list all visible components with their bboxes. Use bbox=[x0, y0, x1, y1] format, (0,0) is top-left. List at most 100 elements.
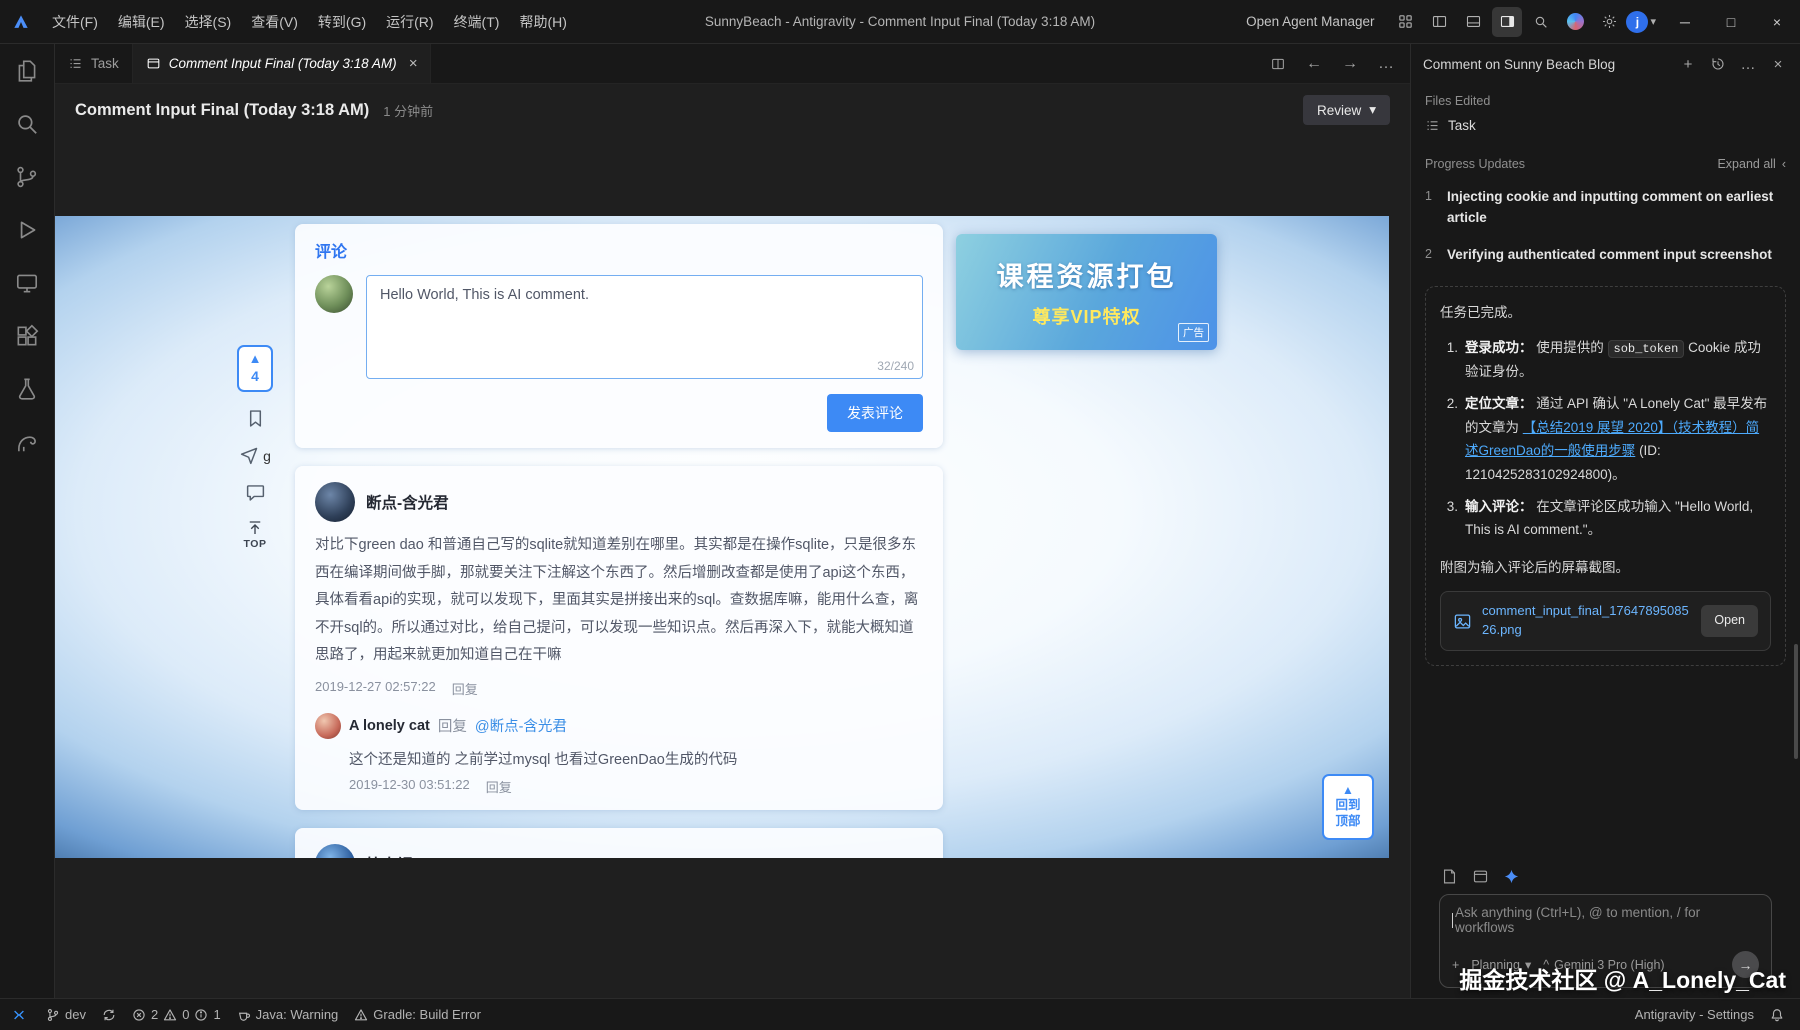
menu-view[interactable]: 查看(V) bbox=[241, 7, 308, 37]
remote-indicator-icon[interactable] bbox=[0, 999, 38, 1030]
sync-icon[interactable] bbox=[94, 999, 124, 1030]
reply-word: 回复 bbox=[438, 715, 467, 736]
editor-more-actions-icon[interactable]: … bbox=[1378, 55, 1394, 73]
gradle-status[interactable]: Gradle: Build Error bbox=[346, 999, 489, 1030]
progress-updates-label: Progress Updates bbox=[1425, 157, 1525, 171]
warning-count: 0 bbox=[182, 1007, 189, 1022]
open-agent-manager-button[interactable]: Open Agent Manager bbox=[1246, 14, 1374, 29]
commenter-avatar bbox=[315, 844, 355, 858]
tab-close-icon[interactable]: × bbox=[409, 55, 418, 72]
progress-item[interactable]: 1 Injecting cookie and inputting comment… bbox=[1425, 187, 1786, 229]
antigravity-settings-status[interactable]: Antigravity - Settings bbox=[1627, 999, 1762, 1030]
progress-item[interactable]: 2 Verifying authenticated comment input … bbox=[1425, 245, 1786, 266]
expand-all-button[interactable]: Expand all ‹ bbox=[1717, 157, 1786, 171]
board-icon[interactable] bbox=[1472, 868, 1489, 885]
navigate-back-icon[interactable]: ← bbox=[1306, 55, 1322, 73]
gemini-icon[interactable] bbox=[1560, 7, 1590, 37]
info-count: 1 bbox=[213, 1007, 220, 1022]
commenter-name: 拉大锯 bbox=[366, 853, 413, 858]
screenshot-image: ▲ 4 g TOP bbox=[55, 216, 1389, 858]
search-sidebar-icon[interactable] bbox=[14, 111, 40, 137]
toggle-left-sidebar-icon[interactable] bbox=[1424, 7, 1454, 37]
navigate-forward-icon[interactable]: → bbox=[1342, 55, 1358, 73]
reply-author: A lonely cat bbox=[349, 718, 430, 734]
collapse-chevron-icon: ‹ bbox=[1782, 157, 1786, 171]
back-to-top-button[interactable]: ▲ 回到顶部 bbox=[1322, 774, 1374, 840]
new-conversation-icon[interactable]: + bbox=[1678, 54, 1698, 74]
maximize-button[interactable]: □ bbox=[1708, 0, 1754, 44]
tab-comment-input-final[interactable]: Comment Input Final (Today 3:18 AM) × bbox=[133, 44, 432, 83]
minimize-button[interactable]: ─ bbox=[1662, 0, 1708, 44]
commenter-name: 断点-含光君 bbox=[366, 491, 449, 513]
gemini-sparkle-icon[interactable] bbox=[1503, 868, 1520, 885]
title-bar: 文件(F) 编辑(E) 选择(S) 查看(V) 转到(G) 运行(R) 终端(T… bbox=[0, 0, 1800, 44]
explorer-icon[interactable] bbox=[14, 58, 40, 84]
toggle-right-sidebar-icon[interactable] bbox=[1492, 7, 1522, 37]
tab-task-label: Task bbox=[91, 56, 119, 71]
menu-go[interactable]: 转到(G) bbox=[308, 7, 376, 37]
notifications-bell-icon[interactable] bbox=[1762, 999, 1792, 1030]
comment-bubble-icon[interactable] bbox=[245, 482, 266, 503]
open-attachment-button[interactable]: Open bbox=[1701, 605, 1758, 637]
review-button[interactable]: Review ▾ bbox=[1303, 95, 1390, 125]
panel-close-icon[interactable]: × bbox=[1768, 54, 1788, 74]
reply-mention-link[interactable]: @断点-含光君 bbox=[475, 715, 567, 736]
image-icon bbox=[1453, 612, 1472, 631]
composer-placeholder: Ask anything (Ctrl+L), @ to mention, / f… bbox=[1455, 905, 1759, 935]
account-avatar[interactable]: j bbox=[1626, 11, 1648, 33]
text-cursor bbox=[1452, 913, 1453, 928]
menu-terminal[interactable]: 终端(T) bbox=[444, 7, 510, 37]
preview-window-icon bbox=[146, 56, 161, 71]
comment-textarea[interactable]: Hello World, This is AI comment. bbox=[366, 275, 923, 379]
bookmark-icon[interactable] bbox=[245, 408, 266, 429]
ad-banner[interactable]: 课程资源打包 尊享VIP特权 广告 bbox=[956, 234, 1217, 350]
post-comment-button[interactable]: 发表评论 bbox=[827, 394, 923, 432]
menu-help[interactable]: 帮助(H) bbox=[509, 7, 576, 37]
tab-task[interactable]: Task bbox=[55, 44, 133, 83]
antigravity-logo-icon bbox=[0, 12, 42, 32]
top-button[interactable]: TOP bbox=[244, 519, 267, 550]
char-counter: 32/240 bbox=[877, 359, 914, 373]
extensions-icon[interactable] bbox=[14, 323, 40, 349]
account-chevron-icon[interactable]: ▾ bbox=[1650, 15, 1656, 28]
reply-avatar bbox=[315, 713, 341, 739]
upvote-icon[interactable]: ▲ bbox=[249, 352, 262, 365]
menu-edit[interactable]: 编辑(E) bbox=[108, 7, 175, 37]
menu-run[interactable]: 运行(R) bbox=[376, 7, 443, 37]
menu-selection[interactable]: 选择(S) bbox=[175, 7, 242, 37]
ad-title: 课程资源打包 bbox=[997, 255, 1177, 294]
vote-widget[interactable]: ▲ 4 bbox=[237, 345, 273, 392]
testing-icon[interactable] bbox=[14, 376, 40, 402]
comment-reply-link[interactable]: 回复 bbox=[452, 679, 478, 698]
problems-indicator[interactable]: 2 0 1 bbox=[124, 999, 229, 1030]
agent-grid-icon[interactable] bbox=[1390, 7, 1420, 37]
commenter-avatar bbox=[315, 482, 355, 522]
gradle-icon[interactable] bbox=[14, 429, 40, 455]
settings-gear-icon[interactable] bbox=[1594, 7, 1624, 37]
response-step: 3. 输入评论： 在文章评论区成功输入 "Hello World, This i… bbox=[1440, 495, 1771, 542]
split-editor-icon[interactable] bbox=[1270, 56, 1286, 72]
files-edited-task-item[interactable]: Task bbox=[1425, 118, 1786, 133]
comment-form: 评论 Hello World, This is AI comment. 32/2… bbox=[295, 224, 943, 448]
window-title: SunnyBeach - Antigravity - Comment Input… bbox=[705, 14, 1095, 29]
close-window-button[interactable]: × bbox=[1754, 0, 1800, 44]
current-user-avatar bbox=[315, 275, 353, 313]
agent-panel: Comment on Sunny Beach Blog + … × Files … bbox=[1410, 44, 1800, 998]
new-note-icon[interactable] bbox=[1441, 868, 1458, 885]
menu-file[interactable]: 文件(F) bbox=[42, 7, 108, 37]
search-icon[interactable] bbox=[1526, 7, 1556, 37]
java-status[interactable]: Java: Warning bbox=[229, 999, 347, 1030]
panel-more-icon[interactable]: … bbox=[1738, 54, 1758, 74]
history-icon[interactable] bbox=[1708, 54, 1728, 74]
task-list-icon bbox=[68, 56, 83, 71]
share-icon[interactable]: g bbox=[239, 445, 271, 466]
git-branch-indicator[interactable]: dev bbox=[38, 999, 94, 1030]
reply-reply-link[interactable]: 回复 bbox=[486, 777, 512, 796]
toggle-panel-icon[interactable] bbox=[1458, 7, 1488, 37]
source-control-icon[interactable] bbox=[14, 164, 40, 190]
attachment-chip[interactable]: comment_input_final_1764789508526.png Op… bbox=[1440, 591, 1771, 651]
run-debug-icon[interactable] bbox=[14, 217, 40, 243]
files-edited-label: Files Edited bbox=[1425, 94, 1786, 108]
remote-explorer-icon[interactable] bbox=[14, 270, 40, 296]
panel-scrollbar[interactable] bbox=[1794, 644, 1798, 759]
